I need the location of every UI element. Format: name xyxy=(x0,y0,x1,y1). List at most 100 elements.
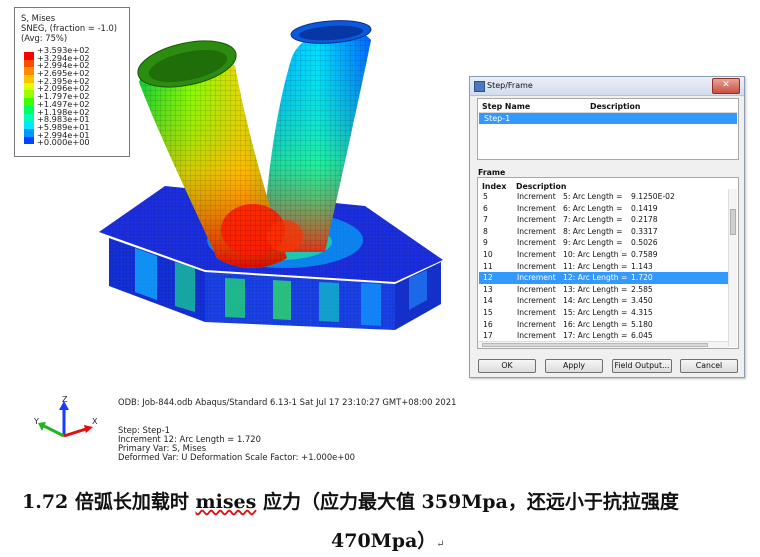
frame-arc-label: 11: Arc Length = xyxy=(563,261,628,271)
ok-button[interactable]: OK xyxy=(478,359,536,373)
legend-swatch xyxy=(24,75,34,83)
caption-line-2: 470Mpa）↵ xyxy=(331,526,445,553)
frame-type: Increment xyxy=(517,319,556,329)
frame-arc-label: 7: Arc Length = xyxy=(563,215,623,225)
field-output-button[interactable]: Field Output... xyxy=(612,359,672,373)
legend-values: +3.593e+02 +3.294e+02 +2.994e+02 +2.695e+02… xyxy=(37,46,90,148)
z-axis-label: Z xyxy=(62,396,68,404)
frame-type: Increment xyxy=(517,203,556,213)
scrollbar-thumb[interactable] xyxy=(730,209,736,235)
frame-arc-label: 6: Arc Length = xyxy=(563,203,623,213)
frame-arc-label: 16: Arc Length = xyxy=(563,319,628,329)
frame-arc-value: 9.1250E-02 xyxy=(631,192,675,201)
frame-arc-value: 0.5026 xyxy=(631,238,658,248)
legend-value: +0.000e+00 xyxy=(37,137,90,148)
frame-rows: 5 Increment 5: Arc Length = 9.1250E-02 6 Incr… xyxy=(478,191,734,341)
frame-type: Increment xyxy=(517,261,556,271)
frame-index: 17 xyxy=(483,331,493,341)
frame-type: Increment xyxy=(517,238,556,248)
caption-mises: mises xyxy=(195,491,257,513)
frame-index: 13 xyxy=(483,284,493,294)
frame-row-8[interactable]: 8 Increment 8: Arc Length = 0.3317 xyxy=(479,226,733,238)
frame-type: Increment xyxy=(517,226,556,236)
frame-arc-value: 0.1419 xyxy=(631,203,658,213)
frame-index: 6 xyxy=(483,203,488,213)
frame-type: Increment xyxy=(517,308,556,317)
frame-row-16[interactable]: 16 Increment 16: Arc Length = 5.180 xyxy=(479,319,733,331)
legend-swatch xyxy=(24,90,34,99)
frame-arc-label: 14: Arc Length = xyxy=(563,296,628,306)
fe-model-viewport xyxy=(99,20,443,330)
frame-row-10[interactable]: 10 Increment 10: Arc Length = 0.7589 xyxy=(479,249,733,261)
legend-swatch xyxy=(24,82,34,91)
apply-button[interactable]: Apply xyxy=(545,359,603,373)
frame-index: 9 xyxy=(483,238,488,248)
frame-arc-label: 10: Arc Length = xyxy=(563,250,628,259)
frame-arc-value: 0.2178 xyxy=(631,215,658,225)
frame-arc-value: 1.720 xyxy=(631,273,653,283)
frame-arc-value: 4.315 xyxy=(631,308,653,317)
frame-index: 5 xyxy=(483,192,488,201)
frame-arc-label: 8: Arc Length = xyxy=(563,226,623,236)
frame-row-7[interactable]: 7 Increment 7: Arc Length = 0.2178 xyxy=(479,214,733,226)
frame-arc-label: 9: Arc Length = xyxy=(563,238,623,248)
frame-arc-value: 3.450 xyxy=(631,296,653,306)
axis-triad: Z Y X xyxy=(34,396,98,438)
dialog-title: Step/Frame xyxy=(487,81,533,90)
close-icon[interactable]: ✕ xyxy=(712,78,740,94)
legend-swatch xyxy=(24,128,34,137)
frame-arc-value: 0.7589 xyxy=(631,250,658,259)
legend-swatch xyxy=(24,113,34,122)
frame-list[interactable]: Index Description 5 Increment 5: Arc Lengt… xyxy=(477,177,739,349)
caption-part-2: 应力（应力最大值 359Mpa，还远小于抗拉强度 xyxy=(256,491,679,513)
dialog-titlebar[interactable]: Step/Frame ✕ xyxy=(470,77,744,96)
frame-arc-value: 0.3317 xyxy=(631,226,658,236)
frame-row-13[interactable]: 13 Increment 13: Arc Length = 2.585 xyxy=(479,284,733,296)
frame-row-5[interactable]: 5 Increment 5: Arc Length = 9.1250E-02 xyxy=(479,191,733,203)
frame-index: 15 xyxy=(483,308,493,317)
legend-swatch xyxy=(24,136,34,145)
frame-row-11[interactable]: 11 Increment 11: Arc Length = 1.143 xyxy=(479,261,733,273)
y-axis-label: Y xyxy=(34,417,39,426)
frame-index-header[interactable]: Index xyxy=(482,182,506,191)
frame-row-14[interactable]: 14 Increment 14: Arc Length = 3.450 xyxy=(479,295,733,307)
frame-description-header[interactable]: Description xyxy=(516,182,566,191)
frame-list-horizontal-scrollbar[interactable] xyxy=(478,341,728,348)
step-frame-dialog: Step/Frame ✕ Step Name Description Step-… xyxy=(469,76,745,378)
legend-swatch xyxy=(24,59,34,68)
y-axis-arrow xyxy=(43,424,65,438)
caption-line-2-text: 470Mpa） xyxy=(331,530,437,552)
frame-arc-label: 15: Arc Length = xyxy=(563,308,628,317)
legend-swatch xyxy=(24,52,34,60)
frame-arc-value: 2.585 xyxy=(631,284,653,294)
frame-list-vertical-scrollbar[interactable] xyxy=(728,189,737,347)
frame-index: 10 xyxy=(483,250,493,259)
step-description-header[interactable]: Description xyxy=(590,102,640,111)
frame-row-17[interactable]: 17 Increment 17: Arc Length = 6.045 xyxy=(479,330,733,341)
cancel-button[interactable]: Cancel xyxy=(680,359,738,373)
caption-part-1: 1.72 倍弧长加载时 xyxy=(22,491,196,513)
frame-arc-label: 5: Arc Length = xyxy=(563,192,623,201)
legend-color-bar xyxy=(24,52,34,145)
frame-row-12[interactable]: 12 Increment 12: Arc Length = 1.720 xyxy=(479,272,733,284)
step-row-step-1[interactable]: Step-1 xyxy=(479,113,737,124)
app-icon xyxy=(474,81,485,92)
step-list[interactable]: Step Name Description Step-1 xyxy=(477,98,739,160)
frame-type: Increment xyxy=(517,215,556,225)
frame-row-9[interactable]: 9 Increment 9: Arc Length = 0.5026 xyxy=(479,237,733,249)
x-axis-arrow xyxy=(63,427,87,438)
frame-type: Increment xyxy=(517,273,556,283)
frame-type: Increment xyxy=(517,284,556,294)
frame-index: 16 xyxy=(483,319,493,329)
frame-row-6[interactable]: 6 Increment 6: Arc Length = 0.1419 xyxy=(479,203,733,215)
caption-line-1: 1.72 倍弧长加载时 mises 应力（应力最大值 359Mpa，还远小于抗拉… xyxy=(22,487,679,514)
step-name-header[interactable]: Step Name xyxy=(482,102,530,111)
legend-swatch xyxy=(24,67,34,76)
scrollbar-thumb-horizontal[interactable] xyxy=(482,343,708,347)
frame-index: 8 xyxy=(483,226,488,236)
frame-index: 14 xyxy=(483,296,493,306)
frame-arc-label: 13: Arc Length = xyxy=(563,284,628,294)
x-axis-label: X xyxy=(92,417,98,426)
paragraph-mark-icon: ↵ xyxy=(436,539,445,550)
frame-row-15[interactable]: 15 Increment 15: Arc Length = 4.315 xyxy=(479,307,733,319)
